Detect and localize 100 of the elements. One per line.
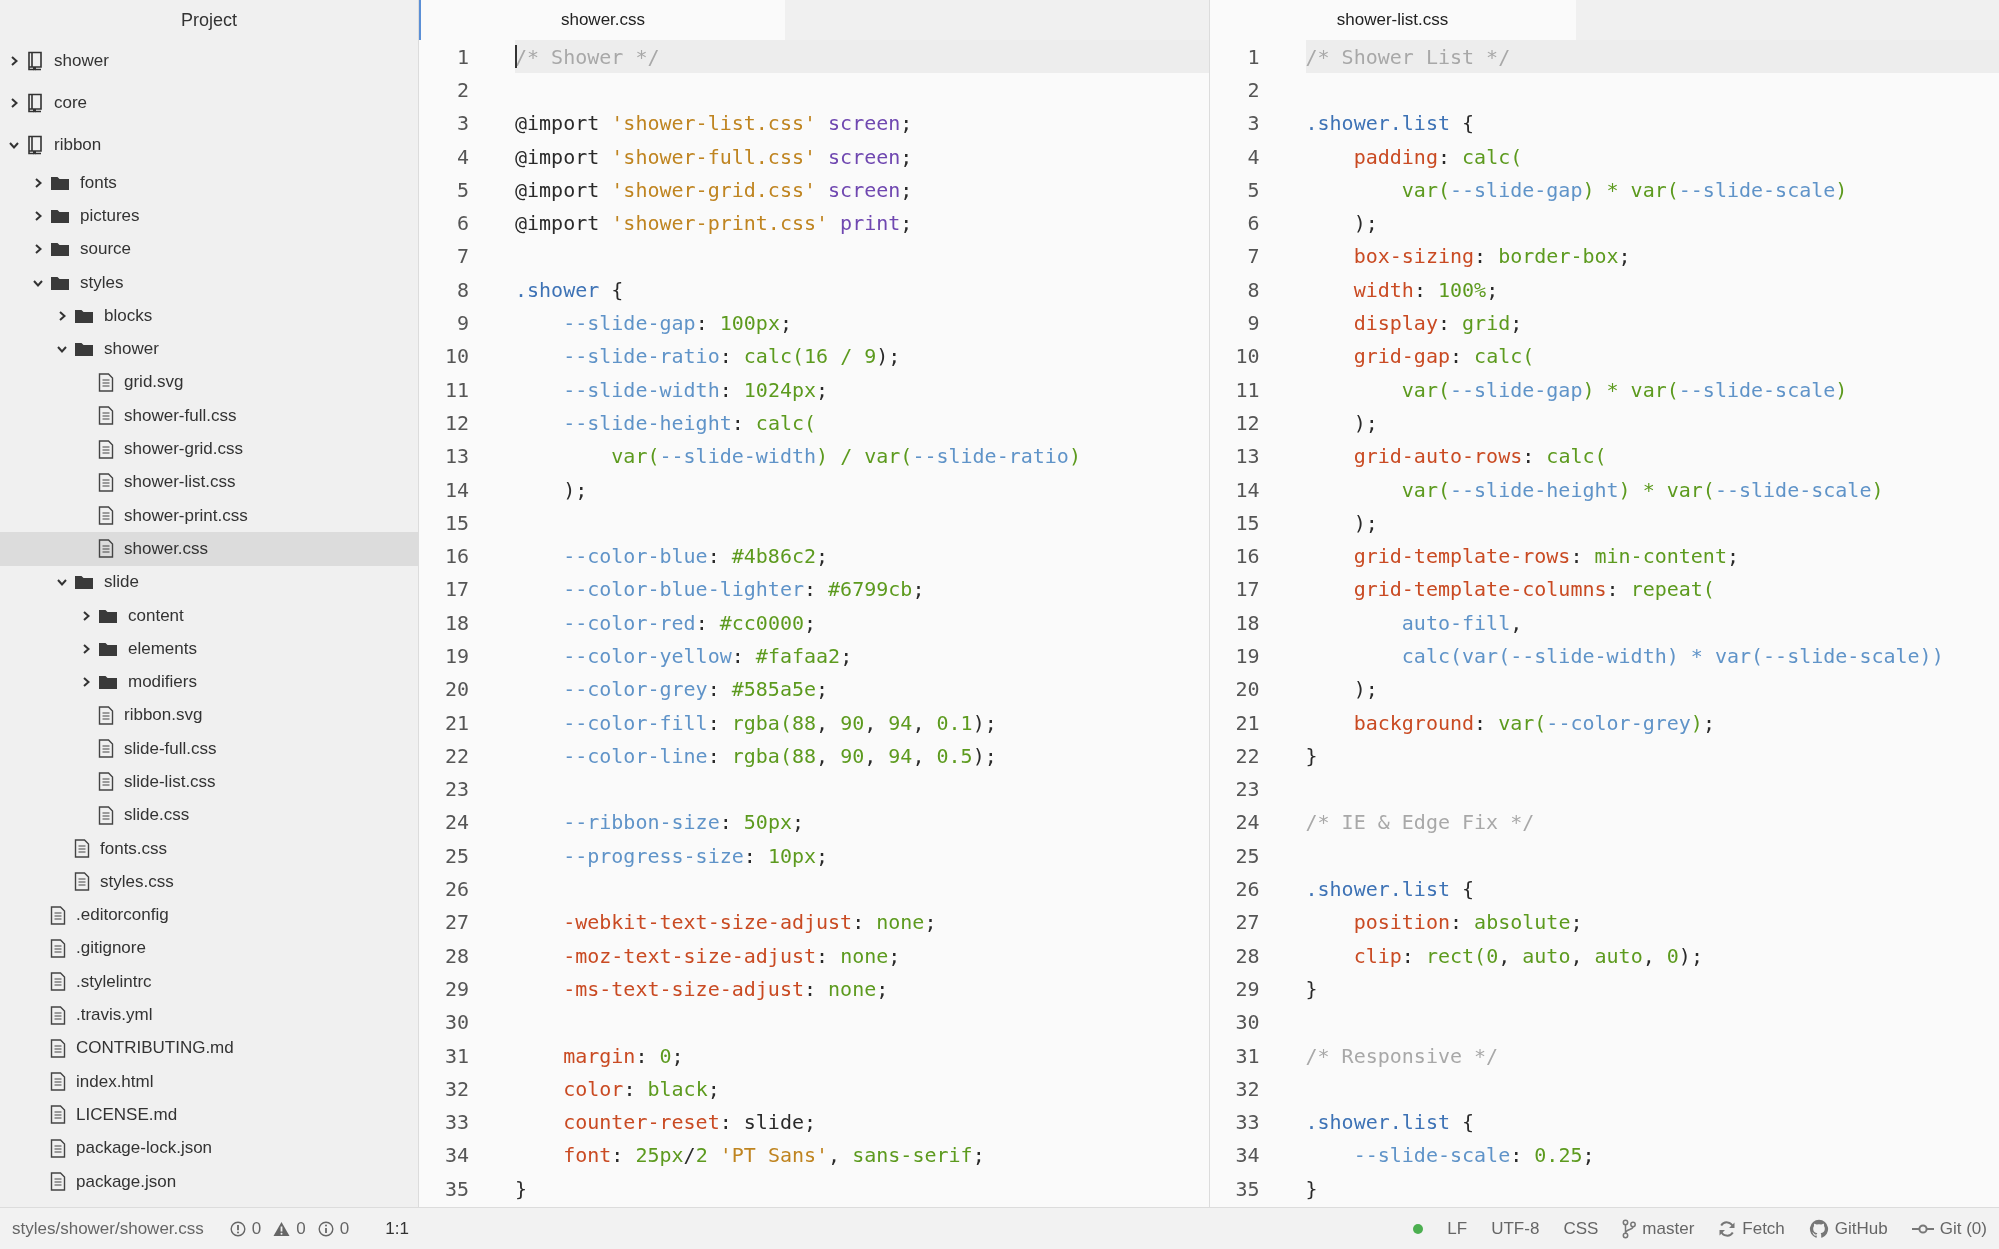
tree-item[interactable]: CONTRIBUTING.md bbox=[0, 1031, 418, 1065]
line-ending[interactable]: LF bbox=[1447, 1218, 1468, 1239]
code-line: --progress-size: 10px; bbox=[562, 842, 830, 870]
tree-item[interactable]: content bbox=[0, 598, 418, 633]
tree-item[interactable]: core bbox=[0, 82, 418, 124]
line-number: 33 bbox=[443, 1109, 469, 1137]
line-number: 35 bbox=[443, 1175, 469, 1203]
tree-item[interactable]: slide bbox=[0, 565, 418, 599]
code-line: ); bbox=[1352, 409, 1379, 437]
folder-icon bbox=[74, 341, 94, 358]
github-icon bbox=[1808, 1218, 1829, 1239]
code-line: } bbox=[1305, 1175, 1319, 1203]
tree-item[interactable]: shower-full.css bbox=[0, 399, 418, 433]
tree-item[interactable]: shower bbox=[0, 332, 418, 366]
file-icon bbox=[50, 905, 66, 925]
tree-item[interactable]: fonts bbox=[0, 166, 418, 200]
tree-item[interactable]: .editorconfig bbox=[0, 898, 418, 932]
code-line: counter-reset: slide; bbox=[562, 1109, 818, 1137]
line-number: 12 bbox=[1234, 409, 1260, 437]
line-number: 14 bbox=[443, 476, 469, 504]
line-number: 9 bbox=[1246, 310, 1260, 337]
sync-icon bbox=[1718, 1219, 1737, 1238]
encoding[interactable]: UTF-8 bbox=[1491, 1218, 1540, 1239]
tree-item[interactable]: .travis.yml bbox=[0, 998, 418, 1032]
line-number: 3 bbox=[455, 110, 469, 138]
tree-item[interactable]: package.json bbox=[0, 1164, 418, 1199]
code-line: calc(var(--slide-width) * var(--slide-scale)) bbox=[1400, 643, 1945, 670]
code-line: --slide-gap: 100px; bbox=[562, 310, 793, 337]
line-number: 9 bbox=[455, 310, 469, 337]
tree-item[interactable]: shower.css bbox=[0, 532, 418, 566]
code-line: grid-template-rows: min-content; bbox=[1352, 543, 1740, 571]
line-number: 16 bbox=[1234, 543, 1260, 571]
tree-item[interactable]: styles bbox=[0, 265, 418, 300]
book-icon bbox=[26, 135, 44, 155]
line-number: 1 bbox=[455, 43, 469, 71]
folder-icon bbox=[74, 574, 94, 591]
code-line: .shower { bbox=[515, 276, 625, 304]
tree-item[interactable]: grid.svg bbox=[0, 365, 418, 400]
cursor-position[interactable]: 1:1 bbox=[385, 1218, 409, 1239]
tree-item[interactable]: fonts.css bbox=[0, 831, 418, 866]
tree-item[interactable]: shower bbox=[0, 40, 418, 82]
code-line: -moz-text-size-adjust: none; bbox=[562, 942, 902, 970]
tree-item[interactable]: shower-list.css bbox=[0, 465, 418, 499]
line-number: 27 bbox=[443, 909, 469, 937]
line-number: 19 bbox=[1234, 643, 1260, 670]
tree-item[interactable]: ribbon.svg bbox=[0, 698, 418, 733]
branch-button[interactable]: master bbox=[1622, 1218, 1695, 1239]
git-button[interactable]: Git (0) bbox=[1911, 1218, 1987, 1239]
book-icon bbox=[26, 51, 44, 71]
file-tab[interactable]: shower-list.css bbox=[1209, 0, 1576, 40]
tree-item[interactable]: blocks bbox=[0, 299, 418, 333]
line-number: 5 bbox=[455, 176, 469, 204]
line-number: 19 bbox=[443, 643, 469, 670]
tree-item[interactable]: slide-full.css bbox=[0, 732, 418, 766]
line-number: 16 bbox=[443, 543, 469, 571]
tree-item[interactable]: source bbox=[0, 232, 418, 266]
line-number: 13 bbox=[1234, 443, 1260, 471]
line-number: 8 bbox=[1246, 276, 1260, 304]
code-line: --color-grey: #585a5e; bbox=[562, 676, 830, 704]
tree-item[interactable]: shower-grid.css bbox=[0, 432, 418, 466]
tree-item[interactable]: slide.css bbox=[0, 798, 418, 832]
folder-icon bbox=[98, 607, 118, 624]
line-number: 11 bbox=[1234, 376, 1260, 404]
tree-item[interactable]: LICENSE.md bbox=[0, 1098, 418, 1132]
file-tab[interactable]: shower.css bbox=[419, 0, 785, 40]
line-number: 14 bbox=[1234, 476, 1260, 504]
tree-item[interactable]: modifiers bbox=[0, 665, 418, 699]
code-line: .shower.list { bbox=[1305, 110, 1476, 138]
code-line: padding: calc( bbox=[1352, 143, 1524, 171]
code-line: } bbox=[515, 1175, 529, 1203]
info-count: 0 bbox=[339, 1218, 350, 1239]
github-button[interactable]: GitHub bbox=[1808, 1218, 1888, 1239]
grammar[interactable]: CSS bbox=[1563, 1218, 1599, 1239]
line-number: 23 bbox=[443, 776, 469, 804]
code-line: var(--slide-gap) * var(--slide-scale) bbox=[1400, 176, 1849, 204]
tree-item[interactable]: slide-list.css bbox=[0, 765, 418, 799]
file-icon bbox=[98, 705, 114, 725]
file-icon bbox=[50, 1105, 66, 1125]
fetch-button[interactable]: Fetch bbox=[1718, 1218, 1785, 1239]
code-line: -ms-text-size-adjust: none; bbox=[562, 975, 890, 1003]
tree-item[interactable]: shower-print.css bbox=[0, 498, 418, 533]
file-icon bbox=[98, 772, 114, 792]
tree-item[interactable]: ribbon bbox=[0, 124, 418, 166]
code-line: grid-gap: calc( bbox=[1352, 343, 1536, 371]
file-icon bbox=[50, 1172, 66, 1192]
folder-icon bbox=[50, 207, 70, 224]
file-path[interactable]: styles/shower/shower.css bbox=[12, 1218, 204, 1239]
tree-item[interactable]: styles.css bbox=[0, 865, 418, 899]
tree-item[interactable]: index.html bbox=[0, 1065, 418, 1099]
folder-icon bbox=[50, 174, 70, 191]
tree-item[interactable]: .gitignore bbox=[0, 931, 418, 966]
line-number: 28 bbox=[443, 942, 469, 970]
file-icon bbox=[98, 372, 114, 392]
tree-item[interactable]: .stylelintrc bbox=[0, 965, 418, 999]
tree-item[interactable]: pictures bbox=[0, 199, 418, 233]
code-line: background: var(--color-grey); bbox=[1352, 709, 1716, 737]
file-icon bbox=[98, 472, 114, 492]
code-line: .shower.list { bbox=[1305, 1109, 1476, 1137]
tree-item[interactable]: elements bbox=[0, 632, 418, 666]
tree-item[interactable]: package-lock.json bbox=[0, 1131, 418, 1165]
